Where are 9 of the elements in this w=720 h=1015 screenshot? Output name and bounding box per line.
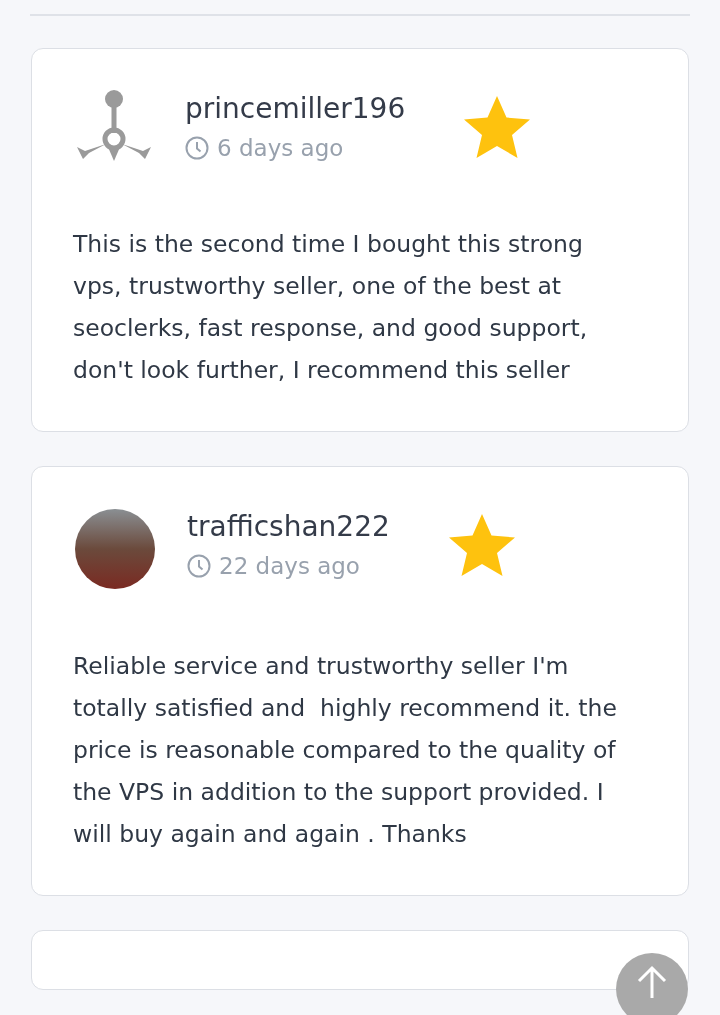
username[interactable]: princemiller196: [185, 91, 406, 127]
review-time: 22 days ago: [219, 553, 360, 579]
clock-icon: [185, 136, 209, 160]
arrow-up-icon: [636, 965, 668, 999]
review-text: This is the second time I bought this strong vps, trustworthy seller, one of the best at seoclerks, fast response, and good support, don't look further, I recommend this seller: [73, 229, 589, 386]
clock-icon: [187, 554, 211, 578]
username[interactable]: trafficshan222: [187, 509, 390, 545]
review-text: Reliable service and trustworthy seller I'm totally satisfied and highly recommend it. the price is reasonable compared to the quality of the VPS in addition to the support provided. I will buy again and again . Thanks: [73, 651, 618, 850]
review-time: 6 days ago: [217, 135, 344, 161]
